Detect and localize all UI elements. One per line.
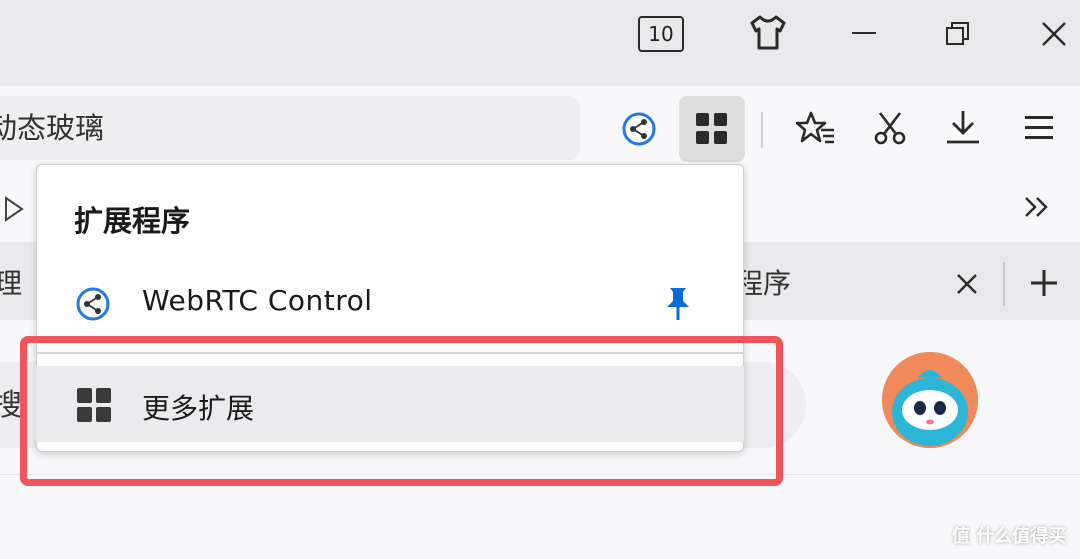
url-bar[interactable]: 动态玻璃	[0, 96, 580, 160]
favorites-star-icon[interactable]	[796, 110, 836, 148]
watermark: 值 什么值得买	[952, 526, 1067, 547]
tab-count-button[interactable]: 10	[638, 16, 684, 52]
webrtc-share-icon[interactable]	[622, 112, 656, 146]
close-window-icon[interactable]	[1040, 20, 1068, 48]
more-bookmarks-chevron-icon[interactable]	[1024, 196, 1050, 218]
highlight-box	[20, 336, 783, 486]
toolbar-divider	[761, 112, 763, 148]
theme-shirt-icon[interactable]	[748, 14, 788, 52]
restore-icon[interactable]	[944, 20, 972, 48]
new-tab-plus-icon[interactable]	[1029, 268, 1059, 298]
puzzle-grid-icon	[696, 113, 727, 144]
close-tab-icon[interactable]	[956, 273, 978, 295]
webrtc-extension-icon	[76, 287, 110, 321]
title-bar	[0, 0, 1080, 86]
pin-icon[interactable]	[664, 286, 692, 322]
minimize-icon[interactable]	[852, 32, 876, 36]
extensions-button[interactable]	[679, 96, 745, 162]
avatar[interactable]	[882, 352, 978, 448]
download-icon[interactable]	[944, 108, 982, 146]
panel-title: 扩展程序	[74, 204, 191, 238]
page-search-text: 搜	[0, 388, 22, 423]
mascot-avatar-icon	[882, 352, 978, 448]
menu-hamburger-icon[interactable]	[1025, 114, 1053, 142]
screenshot-scissors-icon[interactable]	[872, 110, 908, 146]
play-triangle-icon[interactable]	[4, 196, 24, 222]
extension-name: WebRTC Control	[142, 284, 373, 317]
tab-divider	[1003, 262, 1005, 306]
